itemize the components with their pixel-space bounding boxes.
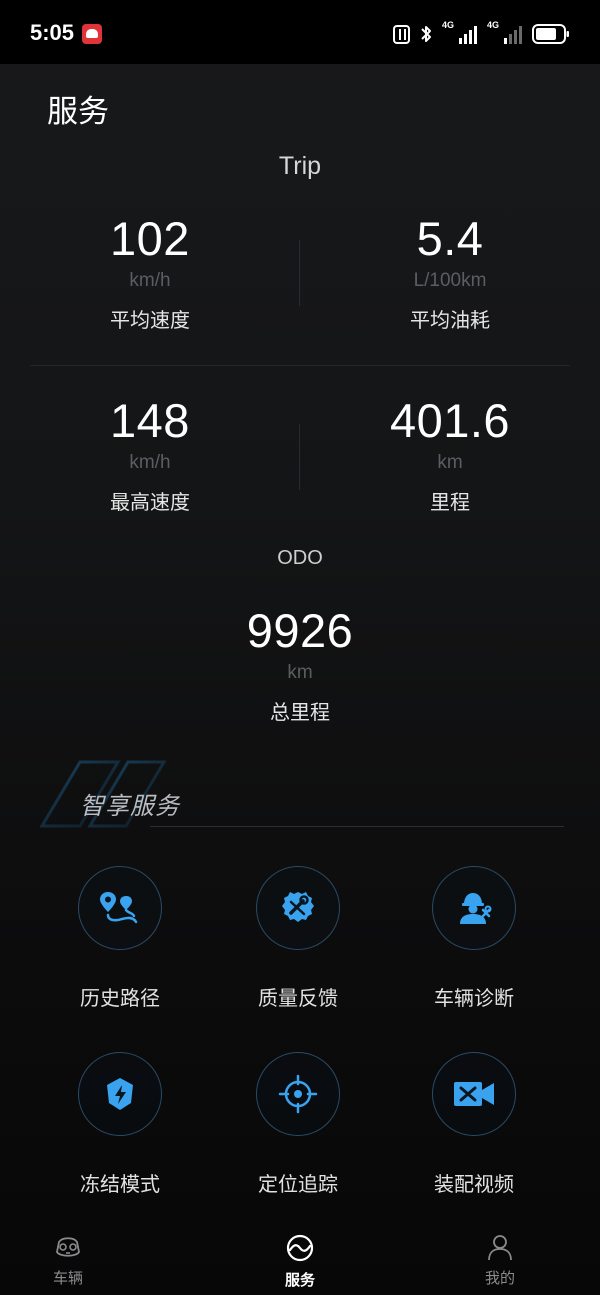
total-mileage-name: 总里程 bbox=[270, 700, 330, 724]
avg-speed-name: 平均速度 bbox=[110, 308, 190, 332]
nav-tab-vehicle[interactable]: 车辆 bbox=[8, 1233, 128, 1288]
max-speed-name: 最高速度 bbox=[110, 490, 190, 514]
nav-label: 服务 bbox=[284, 1271, 315, 1289]
nfc-icon bbox=[393, 24, 410, 44]
freeze-mode-icon bbox=[107, 1078, 133, 1110]
distance-name: 里程 bbox=[430, 490, 470, 514]
avg-fuel-name: 平均油耗 bbox=[410, 308, 490, 332]
smart-services-title: 智享服务 bbox=[80, 792, 180, 820]
distance-stat: 401.6 km 里程 bbox=[300, 394, 600, 515]
signal-1-label: 4G bbox=[442, 20, 455, 30]
max-speed-stat: 148 km/h 最高速度 bbox=[0, 394, 300, 515]
max-speed-value: 148 bbox=[110, 394, 190, 447]
avg-speed-value: 102 bbox=[110, 212, 190, 265]
avg-fuel-value: 5.4 bbox=[416, 212, 484, 265]
nav-tab-service[interactable]: 服务 bbox=[240, 1233, 360, 1290]
avg-speed-stat: 102 km/h 平均速度 bbox=[0, 212, 300, 333]
service-label: 质量反馈 bbox=[258, 986, 338, 1010]
service-location-tracking[interactable]: 定位追踪 bbox=[208, 1052, 388, 1197]
total-mileage-stat: 9926 km 总里程 bbox=[150, 604, 450, 725]
odo-label: ODO bbox=[277, 547, 323, 569]
nav-label: 车辆 bbox=[52, 1269, 83, 1287]
vehicle-diagnosis-icon bbox=[460, 893, 492, 924]
service-label: 定位追踪 bbox=[258, 1172, 338, 1196]
service-label: 冻结模式 bbox=[80, 1172, 160, 1196]
total-mileage-unit: km bbox=[287, 662, 313, 683]
stat-row-divider bbox=[30, 365, 570, 366]
service-icon-circle[interactable] bbox=[78, 866, 162, 950]
quality-feedback-icon bbox=[282, 892, 314, 922]
service-label: 车辆诊断 bbox=[434, 986, 514, 1010]
page-title: 服务 bbox=[47, 94, 109, 130]
service-icon-circle[interactable] bbox=[256, 866, 340, 950]
route-history-icon bbox=[100, 892, 138, 924]
service-quality-feedback[interactable]: 质量反馈 bbox=[208, 866, 388, 1011]
service-icon-circle[interactable] bbox=[432, 866, 516, 950]
status-bar: 5:05 4G 4G bbox=[0, 0, 600, 64]
status-time: 5:05 bbox=[30, 20, 75, 45]
service-wheel-icon bbox=[286, 1234, 314, 1262]
service-label: 装配视频 bbox=[434, 1172, 514, 1196]
bottom-navigation: 车辆 服务 我的 bbox=[0, 1215, 600, 1295]
notification-app-icon bbox=[82, 24, 102, 44]
service-icon-circle[interactable] bbox=[78, 1052, 162, 1136]
service-icon-circle[interactable] bbox=[256, 1052, 340, 1136]
avg-speed-unit: km/h bbox=[129, 270, 171, 291]
signal-2-label: 4G bbox=[487, 20, 500, 30]
service-icon-circle[interactable] bbox=[432, 1052, 516, 1136]
max-speed-unit: km/h bbox=[129, 452, 171, 473]
nav-tab-profile[interactable]: 我的 bbox=[440, 1233, 560, 1288]
section-underline bbox=[150, 826, 564, 827]
motorcycle-icon bbox=[56, 1237, 80, 1257]
trip-label: Trip bbox=[278, 152, 322, 180]
total-mileage-value: 9926 bbox=[246, 604, 354, 657]
distance-unit: km bbox=[437, 452, 463, 473]
user-icon bbox=[488, 1235, 512, 1261]
service-freeze-mode[interactable]: 冻结模式 bbox=[30, 1052, 210, 1197]
distance-value: 401.6 bbox=[389, 394, 511, 447]
service-assembly-video[interactable]: 装配视频 bbox=[384, 1052, 564, 1197]
location-tracking-icon bbox=[278, 1074, 318, 1114]
service-route-history[interactable]: 历史路径 bbox=[30, 866, 210, 1011]
assembly-video-icon bbox=[454, 1082, 494, 1106]
bluetooth-icon bbox=[420, 24, 432, 44]
avg-fuel-stat: 5.4 L/100km 平均油耗 bbox=[300, 212, 600, 333]
nav-label: 我的 bbox=[484, 1269, 515, 1287]
cellular-signal-2-icon: 4G bbox=[487, 20, 522, 44]
cellular-signal-1-icon: 4G bbox=[442, 20, 477, 44]
battery-icon bbox=[532, 24, 570, 44]
status-icons: 4G 4G bbox=[393, 20, 570, 46]
avg-fuel-unit: L/100km bbox=[413, 270, 487, 291]
service-vehicle-diagnosis[interactable]: 车辆诊断 bbox=[384, 866, 564, 1011]
service-label: 历史路径 bbox=[80, 986, 160, 1010]
